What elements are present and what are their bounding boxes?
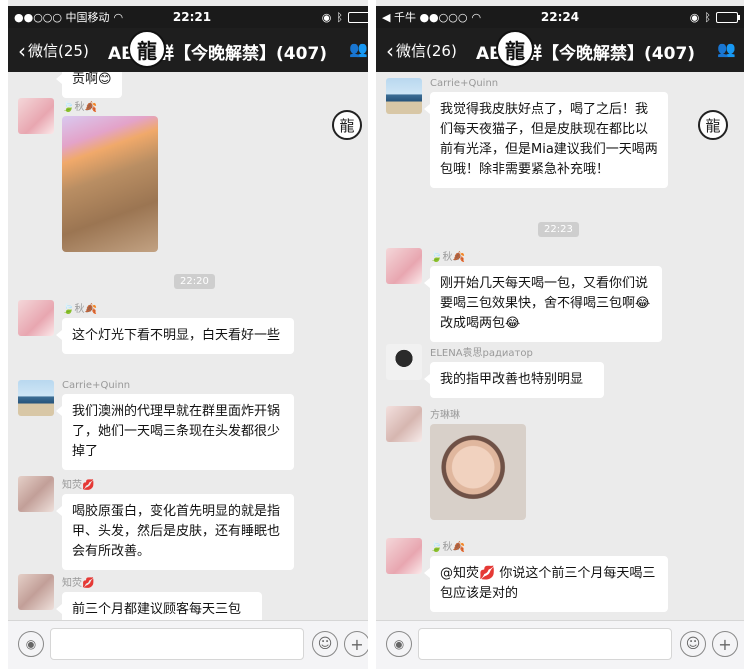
battery-icon: [716, 11, 740, 23]
avatar[interactable]: [386, 248, 422, 284]
sender-name: 🍃秋🍂: [430, 252, 465, 263]
message-bubble[interactable]: 这个灯光下看不明显，白天看好一些: [56, 318, 294, 354]
avatar[interactable]: [18, 574, 54, 610]
image-message[interactable]: [62, 116, 158, 252]
message-item: ELENA袁思радиатор 我的指甲改善也特别明显: [386, 344, 604, 398]
status-bar: ◀ 千牛 ●●○○○ ◠ 22:24 ◉ ᛒ: [376, 6, 744, 28]
message-item: 知荧💋 前三个月都建议顾客每天三包: [18, 574, 262, 620]
emoji-icon[interactable]: ☺: [680, 631, 706, 657]
message-item: 🍃秋🍂 这个灯光下看不明显，白天看好一些: [18, 300, 294, 354]
avatar[interactable]: [386, 406, 422, 442]
input-bar: ◉ ☺ +: [376, 620, 744, 669]
voice-icon[interactable]: ◉: [386, 631, 412, 657]
message-item: 🍃秋🍂 刚开始几天每天喝一包，又看你们说要喝三包效果快，舍不得喝三包啊😂 改成喝…: [386, 248, 662, 342]
back-button[interactable]: ‹ 微信(26): [386, 40, 457, 61]
message-item: Carrie+Quinn 我觉得我皮肤好点了，喝了之后！我们每天夜猫子，但是皮肤…: [386, 78, 668, 188]
status-bar: ●●○○○ 中国移动 ◠ 22:21 ◉ ᛒ: [8, 6, 376, 28]
plus-icon[interactable]: +: [344, 631, 370, 657]
image-message[interactable]: [430, 424, 526, 520]
timestamp: 22:23: [538, 222, 579, 237]
message-item: Carrie+Quinn 我们澳洲的代理早就在群里面炸开锅了，她们一天喝三条现在…: [18, 380, 294, 470]
message-bubble[interactable]: 我觉得我皮肤好点了，喝了之后！我们每天夜猫子，但是皮肤现在都比以前有光泽，但是M…: [424, 92, 668, 188]
battery-icon: [348, 11, 372, 23]
group-members-icon[interactable]: 👥: [349, 40, 368, 58]
sender-name: 🍃秋🍂: [62, 102, 97, 113]
message-bubble[interactable]: 喝胶原蛋白，变化首先明显的就是指甲、头发，然后是皮肤，还有睡眠也会有所改善。: [56, 494, 294, 570]
avatar[interactable]: [18, 300, 54, 336]
sender-name: ELENA袁思радиатор: [430, 348, 533, 359]
location-icon: ◉: [689, 10, 700, 24]
chat-screen-right: ◀ 千牛 ●●○○○ ◠ 22:24 ◉ ᛒ ‹ 微信(26) AB 知群【今晚解禁】…: [376, 0, 744, 669]
message-bubble[interactable]: @知荧💋 你说这个前三个月每天喝三包应该是对的: [424, 556, 668, 612]
message-bubble[interactable]: 我的指甲改善也特别明显: [424, 362, 604, 398]
sender-name: 知荧💋: [62, 480, 95, 491]
avatar[interactable]: [386, 78, 422, 114]
message-item: 🍃秋🍂 @知荧💋 你说这个前三个月每天喝三包应该是对的: [386, 538, 668, 612]
back-label: 微信(26): [396, 42, 457, 60]
message-item: 方琳琳: [386, 406, 526, 520]
chevron-left-icon: ‹: [386, 38, 394, 63]
location-icon: ◉: [321, 10, 332, 24]
dragon-logo-icon: 龍: [128, 30, 166, 68]
avatar[interactable]: [18, 98, 54, 134]
message-list[interactable]: 贡啊😊 龍 🍃秋🍂 22:20 🍃秋🍂 这个灯光下看不明显，白天看好一些 Car…: [8, 72, 376, 620]
message-item: 贡啊😊: [56, 72, 122, 98]
sender-name: 知荧💋: [62, 578, 95, 589]
bluetooth-icon: ᛒ: [336, 10, 343, 24]
nav-bar: ‹ 微信(26) AB 知群【今晚解禁】(407) 龍 👥: [376, 28, 744, 72]
sender-name: Carrie+Quinn: [430, 78, 499, 89]
message-bubble[interactable]: 前三个月都建议顾客每天三包: [56, 592, 262, 620]
input-bar: ◉ ☺ +: [8, 620, 376, 669]
chat-screen-left: ●●○○○ 中国移动 ◠ 22:21 ◉ ᛒ ‹ 微信(25) AB 知群【今晚解禁】…: [8, 0, 376, 669]
plus-icon[interactable]: +: [712, 631, 738, 657]
chevron-left-icon: ‹: [18, 38, 26, 63]
sender-name: 🍃秋🍂: [62, 304, 97, 315]
avatar[interactable]: [386, 344, 422, 380]
dragon-logo-icon: 龍: [496, 30, 534, 68]
dragon-logo-icon: 龍: [332, 110, 362, 140]
message-item: 知荧💋 喝胶原蛋白，变化首先明显的就是指甲、头发，然后是皮肤，还有睡眠也会有所改…: [18, 476, 294, 570]
back-label: 微信(25): [28, 42, 89, 60]
avatar[interactable]: [386, 538, 422, 574]
back-button[interactable]: ‹ 微信(25): [18, 40, 89, 61]
dragon-logo-icon: 龍: [698, 110, 728, 140]
sender-name: 🍃秋🍂: [430, 542, 465, 553]
bluetooth-icon: ᛒ: [704, 10, 711, 24]
group-members-icon[interactable]: 👥: [717, 40, 736, 58]
message-input[interactable]: [418, 628, 672, 660]
avatar[interactable]: [18, 380, 54, 416]
message-bubble[interactable]: 我们澳洲的代理早就在群里面炸开锅了，她们一天喝三条现在头发都很少掉了: [56, 394, 294, 470]
message-item: 🍃秋🍂: [18, 98, 158, 252]
timestamp: 22:20: [174, 274, 215, 289]
divider: [368, 0, 376, 669]
message-bubble[interactable]: 贡啊😊: [56, 72, 122, 98]
emoji-icon[interactable]: ☺: [312, 631, 338, 657]
nav-bar: ‹ 微信(25) AB 知群【今晚解禁】(407) 龍 👥: [8, 28, 376, 72]
message-bubble[interactable]: 刚开始几天每天喝一包，又看你们说要喝三包效果快，舍不得喝三包啊😂 改成喝两包😂: [424, 266, 662, 342]
voice-icon[interactable]: ◉: [18, 631, 44, 657]
message-input[interactable]: [50, 628, 304, 660]
avatar[interactable]: [18, 476, 54, 512]
sender-name: 方琳琳: [430, 410, 460, 421]
sender-name: Carrie+Quinn: [62, 380, 131, 391]
message-list[interactable]: 龍 Carrie+Quinn 我觉得我皮肤好点了，喝了之后！我们每天夜猫子，但是…: [376, 72, 744, 620]
